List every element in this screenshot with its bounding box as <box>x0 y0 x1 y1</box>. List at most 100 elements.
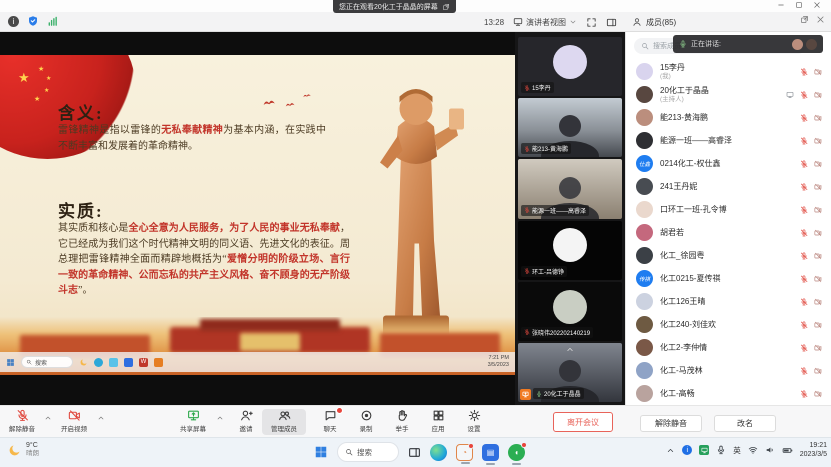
video-tile[interactable]: 15李丹 <box>518 37 622 96</box>
mic-muted-icon[interactable] <box>800 275 808 283</box>
mic-tray-icon[interactable] <box>716 445 726 455</box>
tray-chevron-up-icon[interactable] <box>666 446 675 455</box>
mic-muted-icon[interactable] <box>800 229 808 237</box>
mic-options-chevron-icon[interactable] <box>44 414 52 422</box>
camera-off-icon[interactable] <box>814 298 822 306</box>
minimize-icon[interactable] <box>777 1 785 9</box>
camera-off-icon[interactable] <box>814 252 822 260</box>
maximize-icon[interactable] <box>795 1 803 9</box>
meeting-tray-icon[interactable]: i <box>682 445 692 455</box>
taskbar-weather-widget[interactable]: 9°C晴朗 <box>7 442 39 459</box>
mic-muted-icon[interactable] <box>800 390 808 398</box>
participant-row[interactable]: 化工-高畅 <box>626 382 831 405</box>
share-options-chevron-icon[interactable] <box>216 414 224 422</box>
docs-app-icon[interactable]: ▤ <box>482 444 499 461</box>
taskbar-search-box[interactable]: 搜索 <box>337 442 399 462</box>
video-options-chevron-icon[interactable] <box>97 414 105 422</box>
fullscreen-icon[interactable] <box>586 17 597 28</box>
participant-subtitle: (我) <box>660 73 793 81</box>
camera-off-icon[interactable] <box>814 229 822 237</box>
mic-muted-icon[interactable] <box>800 298 808 306</box>
participant-subtitle: (主持人) <box>660 96 779 104</box>
participant-row[interactable]: 化工_徐园粤 <box>626 244 831 267</box>
panel-popout-icon[interactable] <box>800 15 809 24</box>
wifi-icon[interactable] <box>748 445 758 455</box>
camera-off-icon[interactable] <box>814 114 822 122</box>
participant-row-host[interactable]: 20化工于晶晶(主持人) <box>626 83 831 106</box>
camera-off-icon[interactable] <box>814 275 822 283</box>
camera-off-icon[interactable] <box>814 183 822 191</box>
start-video-button[interactable]: 开启视频 <box>52 409 96 433</box>
camera-off-icon[interactable] <box>814 160 822 168</box>
participant-row[interactable]: 胡君若 <box>626 221 831 244</box>
participant-row[interactable]: 化工2-李仲情 <box>626 336 831 359</box>
share-screen-button[interactable]: 共享屏幕 <box>171 409 215 433</box>
speaking-now-overlay: 正在讲话: <box>673 35 823 53</box>
panel-close-icon[interactable] <box>816 15 825 24</box>
task-view-icon[interactable] <box>408 446 421 459</box>
meeting-info-icon[interactable]: i <box>8 16 19 27</box>
taskbar-clock[interactable]: 19:212023/3/5 <box>800 441 827 459</box>
battery-icon[interactable] <box>782 445 793 456</box>
camera-off-icon[interactable] <box>814 137 822 145</box>
participant-row[interactable]: 仕鑫 0214化工-权仕鑫 <box>626 152 831 175</box>
close-icon[interactable] <box>813 1 821 9</box>
avatar <box>636 63 653 80</box>
camera-off-icon[interactable] <box>814 390 822 398</box>
screen-share-tray-icon[interactable] <box>699 445 709 455</box>
camera-off-icon[interactable] <box>814 206 822 214</box>
participant-row[interactable]: 化工-马茂林 <box>626 359 831 382</box>
popout-icon[interactable] <box>442 3 450 11</box>
settings-button[interactable]: 设置 <box>452 409 496 433</box>
mic-muted-icon[interactable] <box>800 252 808 260</box>
video-tile[interactable]: 张晓伟202202140219 <box>518 282 622 341</box>
start-button-icon[interactable] <box>314 445 328 459</box>
avatar <box>636 132 653 149</box>
meeting-app-taskbar-icon[interactable]: ◔ <box>456 444 473 461</box>
mic-muted-icon[interactable] <box>800 160 808 168</box>
camera-off-icon[interactable] <box>814 367 822 375</box>
watching-banner-text: 您正在观看20化工于晶晶的屏幕 <box>339 2 438 12</box>
edge-browser-icon[interactable] <box>430 444 447 461</box>
layout-icon[interactable] <box>606 17 617 28</box>
panel-unmute-button[interactable]: 解除静音 <box>640 415 702 432</box>
participant-row[interactable]: 口环工一班-孔令博 <box>626 198 831 221</box>
camera-off-icon[interactable] <box>814 91 822 99</box>
wechat-icon[interactable]: ◖ <box>508 444 525 461</box>
panel-rename-button[interactable]: 改名 <box>714 415 776 432</box>
participant-row[interactable]: 能213-黄海鹏 <box>626 106 831 129</box>
view-mode-button[interactable]: 演讲者视图 <box>513 17 577 28</box>
participant-row[interactable]: 传祺 化工0215-夏传祺 <box>626 267 831 290</box>
participant-row[interactable]: 化工126王晴 <box>626 290 831 313</box>
manage-members-button[interactable]: 管理成员 <box>262 409 306 435</box>
chevron-up-icon[interactable] <box>566 345 575 354</box>
ime-indicator[interactable]: 英 <box>733 445 741 456</box>
video-tile[interactable]: 环工-吕德铮 <box>518 221 622 280</box>
mic-muted-icon[interactable] <box>800 367 808 375</box>
camera-off-icon[interactable] <box>814 68 822 76</box>
mic-muted-icon[interactable] <box>800 68 808 76</box>
mic-muted-icon[interactable] <box>800 137 808 145</box>
mic-muted-icon[interactable] <box>800 114 808 122</box>
meeting-toolbar-top: i 13:28 演讲者视图 成员(85) <box>0 12 831 32</box>
network-signal-icon[interactable] <box>47 16 58 27</box>
participant-row[interactable]: 15李丹(我) <box>626 60 831 83</box>
mic-muted-icon[interactable] <box>800 91 808 99</box>
video-tile[interactable]: 能213-黄海鹏 <box>518 98 622 157</box>
video-tile[interactable]: 能源一班——高睿泽 <box>518 159 622 218</box>
video-tile-presenter[interactable]: 20化工于晶晶 <box>518 343 622 402</box>
volume-icon[interactable] <box>765 445 775 455</box>
mic-muted-icon[interactable] <box>800 206 808 214</box>
participant-row[interactable]: 化工240-刘佳欢 <box>626 313 831 336</box>
leave-meeting-button[interactable]: 离开会议 <box>553 412 613 432</box>
camera-off-icon[interactable] <box>814 321 822 329</box>
participant-row[interactable]: 241王丹妮 <box>626 175 831 198</box>
mic-muted-icon[interactable] <box>800 344 808 352</box>
unmute-button[interactable]: 解除静音 <box>0 409 44 433</box>
participant-row[interactable]: 能源一班——高睿泽 <box>626 129 831 152</box>
security-shield-icon[interactable] <box>27 15 39 27</box>
weather-moon-icon <box>7 443 22 458</box>
camera-off-icon[interactable] <box>814 344 822 352</box>
mic-muted-icon[interactable] <box>800 183 808 191</box>
mic-muted-icon[interactable] <box>800 321 808 329</box>
